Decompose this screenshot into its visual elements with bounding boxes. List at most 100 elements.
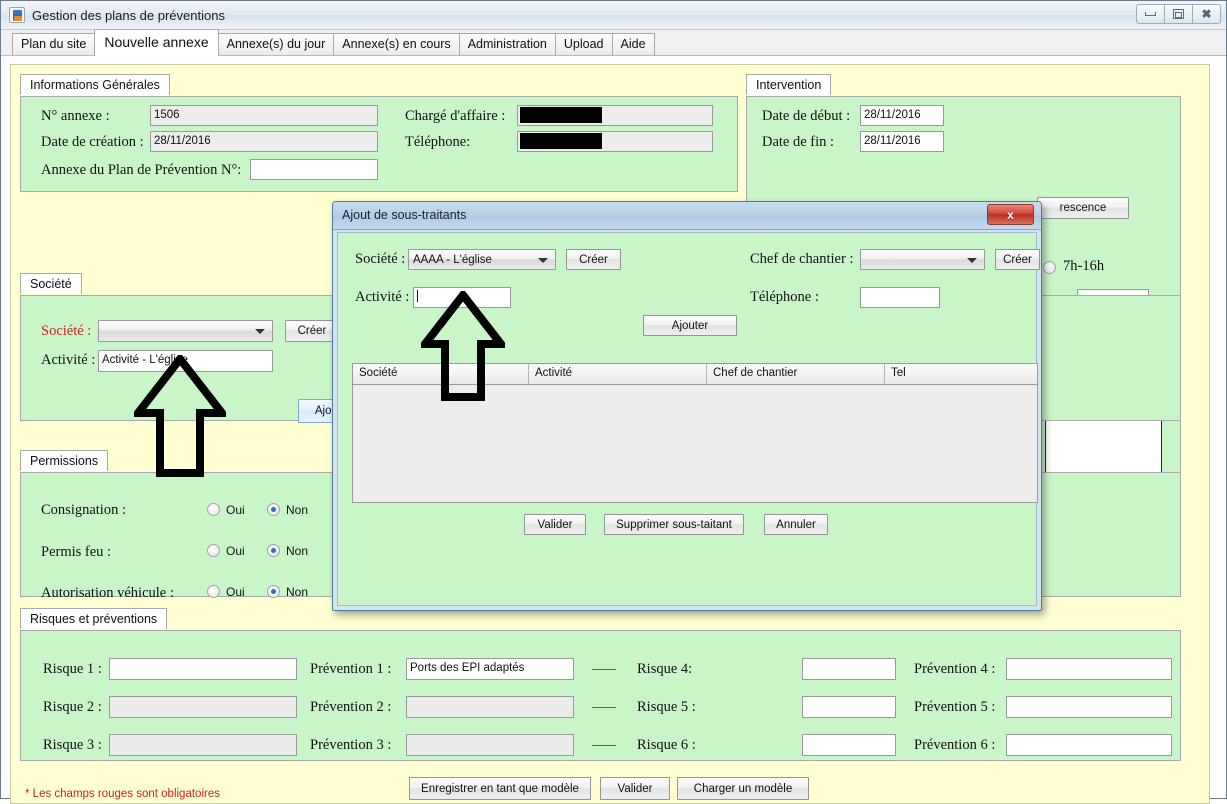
field-prevention-1[interactable]: Ports des EPI adaptés bbox=[406, 658, 574, 680]
required-fields-note: * Les champs rouges sont obligatoires bbox=[25, 788, 220, 800]
label-societe: Société : bbox=[41, 323, 92, 339]
button-enregistrer-modele[interactable]: Enregistrer en tant que modèle bbox=[409, 777, 591, 800]
label-permis-feu: Permis feu : bbox=[41, 544, 112, 560]
field-risque-6[interactable] bbox=[802, 734, 896, 756]
tab-annexes-du-jour[interactable]: Annexe(s) du jour bbox=[217, 33, 335, 55]
tab-nouvelle-annexe[interactable]: Nouvelle annexe bbox=[94, 29, 219, 56]
label-date-creation: Date de création : bbox=[41, 134, 144, 150]
select-dialog-societe-value: AAAA - L'église bbox=[413, 253, 492, 266]
label-consignation: Consignation : bbox=[41, 502, 126, 518]
field-num-annexe[interactable]: 1506 bbox=[150, 105, 378, 126]
field-prevention-2[interactable] bbox=[406, 696, 574, 718]
field-annexe-plan-prevention[interactable] bbox=[250, 159, 378, 180]
button-creer-societe[interactable]: Créer bbox=[285, 320, 339, 342]
tab-plan-du-site[interactable]: Plan du site bbox=[12, 33, 96, 55]
minimize-button[interactable] bbox=[1136, 4, 1165, 24]
separator-dash-1 bbox=[592, 669, 616, 670]
panel-title-permissions: Permissions bbox=[20, 450, 109, 471]
label-consignation-non: Non bbox=[286, 503, 309, 517]
label-dialog-telephone: Téléphone : bbox=[750, 289, 819, 305]
field-date-debut[interactable]: 28/11/2016 bbox=[860, 105, 944, 126]
field-prevention-3[interactable] bbox=[406, 734, 574, 756]
label-prevention-5: Prévention 5 : bbox=[914, 699, 996, 715]
window-title: Gestion des plans de préventions bbox=[32, 7, 225, 23]
field-dialog-telephone[interactable] bbox=[860, 287, 940, 308]
field-risque-3[interactable] bbox=[109, 734, 297, 756]
field-activite[interactable]: Activité - L'église bbox=[98, 350, 273, 372]
label-consignation-oui: Oui bbox=[226, 503, 245, 517]
select-societe[interactable] bbox=[98, 320, 273, 342]
button-dialog-annuler[interactable]: Annuler bbox=[764, 514, 828, 535]
select-dialog-chef-chantier[interactable] bbox=[860, 249, 985, 270]
radio-autorisation-vehicule-non[interactable] bbox=[267, 585, 280, 598]
panel-risques-preventions: Risques et préventions Risque 1 : Préven… bbox=[20, 608, 1181, 761]
field-date-fin[interactable]: 28/11/2016 bbox=[860, 131, 944, 152]
field-date-creation[interactable]: 28/11/2016 bbox=[150, 131, 378, 152]
label-risque-3: Risque 3 : bbox=[43, 737, 102, 753]
window-controls: ✖ bbox=[1136, 4, 1221, 24]
radio-autorisation-vehicule-oui[interactable] bbox=[207, 585, 220, 598]
label-dialog-societe: Société : bbox=[355, 251, 406, 267]
radio-consignation-oui[interactable] bbox=[207, 503, 220, 516]
table-col-tel[interactable]: Tel bbox=[885, 364, 1037, 384]
panel-title-intervention: Intervention bbox=[746, 74, 832, 95]
dialog-close-button[interactable]: x bbox=[987, 204, 1034, 225]
button-dialog-ajouter[interactable]: Ajouter bbox=[643, 315, 737, 336]
tab-aide[interactable]: Aide bbox=[611, 33, 655, 55]
label-charge-affaire: Chargé d'affaire : bbox=[405, 108, 506, 124]
field-risque-5[interactable] bbox=[802, 696, 896, 718]
button-charger-modele[interactable]: Charger un modèle bbox=[677, 777, 809, 800]
label-prevention-6: Prévention 6 : bbox=[914, 737, 996, 753]
field-prevention-6[interactable] bbox=[1006, 734, 1172, 756]
button-dialog-creer-societe[interactable]: Créer bbox=[566, 249, 621, 270]
label-risque-2: Risque 2 : bbox=[43, 699, 102, 715]
label-prevention-3: Prévention 3 : bbox=[310, 737, 392, 753]
title-bar: Gestion des plans de préventions ✖ bbox=[1, 1, 1226, 30]
dialog-title-bar: Ajout de sous-traitants x bbox=[333, 202, 1041, 230]
field-risque-2[interactable] bbox=[109, 696, 297, 718]
separator-dash-2 bbox=[592, 707, 616, 708]
label-dialog-activite: Activité : bbox=[355, 289, 410, 305]
button-dialog-valider[interactable]: Valider bbox=[524, 514, 586, 535]
close-button[interactable]: ✖ bbox=[1192, 4, 1221, 24]
label-activite: Activité : bbox=[41, 352, 96, 368]
tab-content-nouvelle-annexe: Informations Générales N° annexe : 1506 … bbox=[1, 56, 1226, 804]
label-risque-5: Risque 5 : bbox=[637, 699, 696, 715]
table-body-empty[interactable] bbox=[353, 385, 1037, 502]
field-risque-4[interactable] bbox=[802, 658, 896, 680]
radio-permis-feu-non[interactable] bbox=[267, 544, 280, 557]
tab-annexes-en-cours[interactable]: Annexe(s) en cours bbox=[333, 33, 460, 55]
table-col-societe[interactable]: Société bbox=[353, 364, 529, 384]
panel-title-risques-preventions: Risques et préventions bbox=[20, 608, 168, 629]
field-dialog-activite[interactable] bbox=[413, 287, 511, 308]
button-dialog-creer-chef[interactable]: Créer bbox=[995, 249, 1040, 270]
label-num-annexe: N° annexe : bbox=[41, 108, 110, 124]
tab-upload[interactable]: Upload bbox=[554, 33, 613, 55]
select-dialog-societe[interactable]: AAAA - L'église bbox=[408, 249, 556, 270]
dialog-body: Société : AAAA - L'église Créer Activité… bbox=[337, 232, 1040, 606]
separator-dash-3 bbox=[592, 745, 616, 746]
dialog-ajout-sous-traitants: Ajout de sous-traitants x Société : AAAA… bbox=[332, 201, 1042, 611]
redaction-bar-charge-affaire bbox=[520, 107, 602, 123]
label-annexe-plan-prevention: Annexe du Plan de Prévention N°: bbox=[41, 162, 242, 178]
button-fluorescence[interactable]: rescence bbox=[1037, 197, 1129, 219]
label-dialog-chef-chantier: Chef de chantier : bbox=[750, 251, 854, 267]
label-risque-1: Risque 1 : bbox=[43, 661, 102, 677]
radio-permis-feu-oui[interactable] bbox=[207, 544, 220, 557]
field-risque-1[interactable] bbox=[109, 658, 297, 680]
table-col-activite[interactable]: Activité bbox=[529, 364, 707, 384]
maximize-icon bbox=[1173, 9, 1184, 19]
button-dialog-supprimer[interactable]: Supprimer sous-taitant bbox=[604, 514, 744, 535]
tab-administration[interactable]: Administration bbox=[458, 33, 556, 55]
panel-informations-generales: Informations Générales N° annexe : 1506 … bbox=[20, 74, 738, 192]
close-icon: ✖ bbox=[1201, 7, 1212, 21]
label-telephone: Téléphone: bbox=[405, 134, 471, 150]
field-prevention-4[interactable] bbox=[1006, 658, 1172, 680]
button-valider-form[interactable]: Valider bbox=[600, 777, 670, 800]
table-col-chef-chantier[interactable]: Chef de chantier bbox=[707, 364, 885, 384]
radio-consignation-non[interactable] bbox=[267, 503, 280, 516]
application-window: Gestion des plans de préventions ✖ Plan … bbox=[0, 0, 1227, 804]
label-prevention-2: Prévention 2 : bbox=[310, 699, 392, 715]
maximize-button[interactable] bbox=[1164, 4, 1193, 24]
field-prevention-5[interactable] bbox=[1006, 696, 1172, 718]
